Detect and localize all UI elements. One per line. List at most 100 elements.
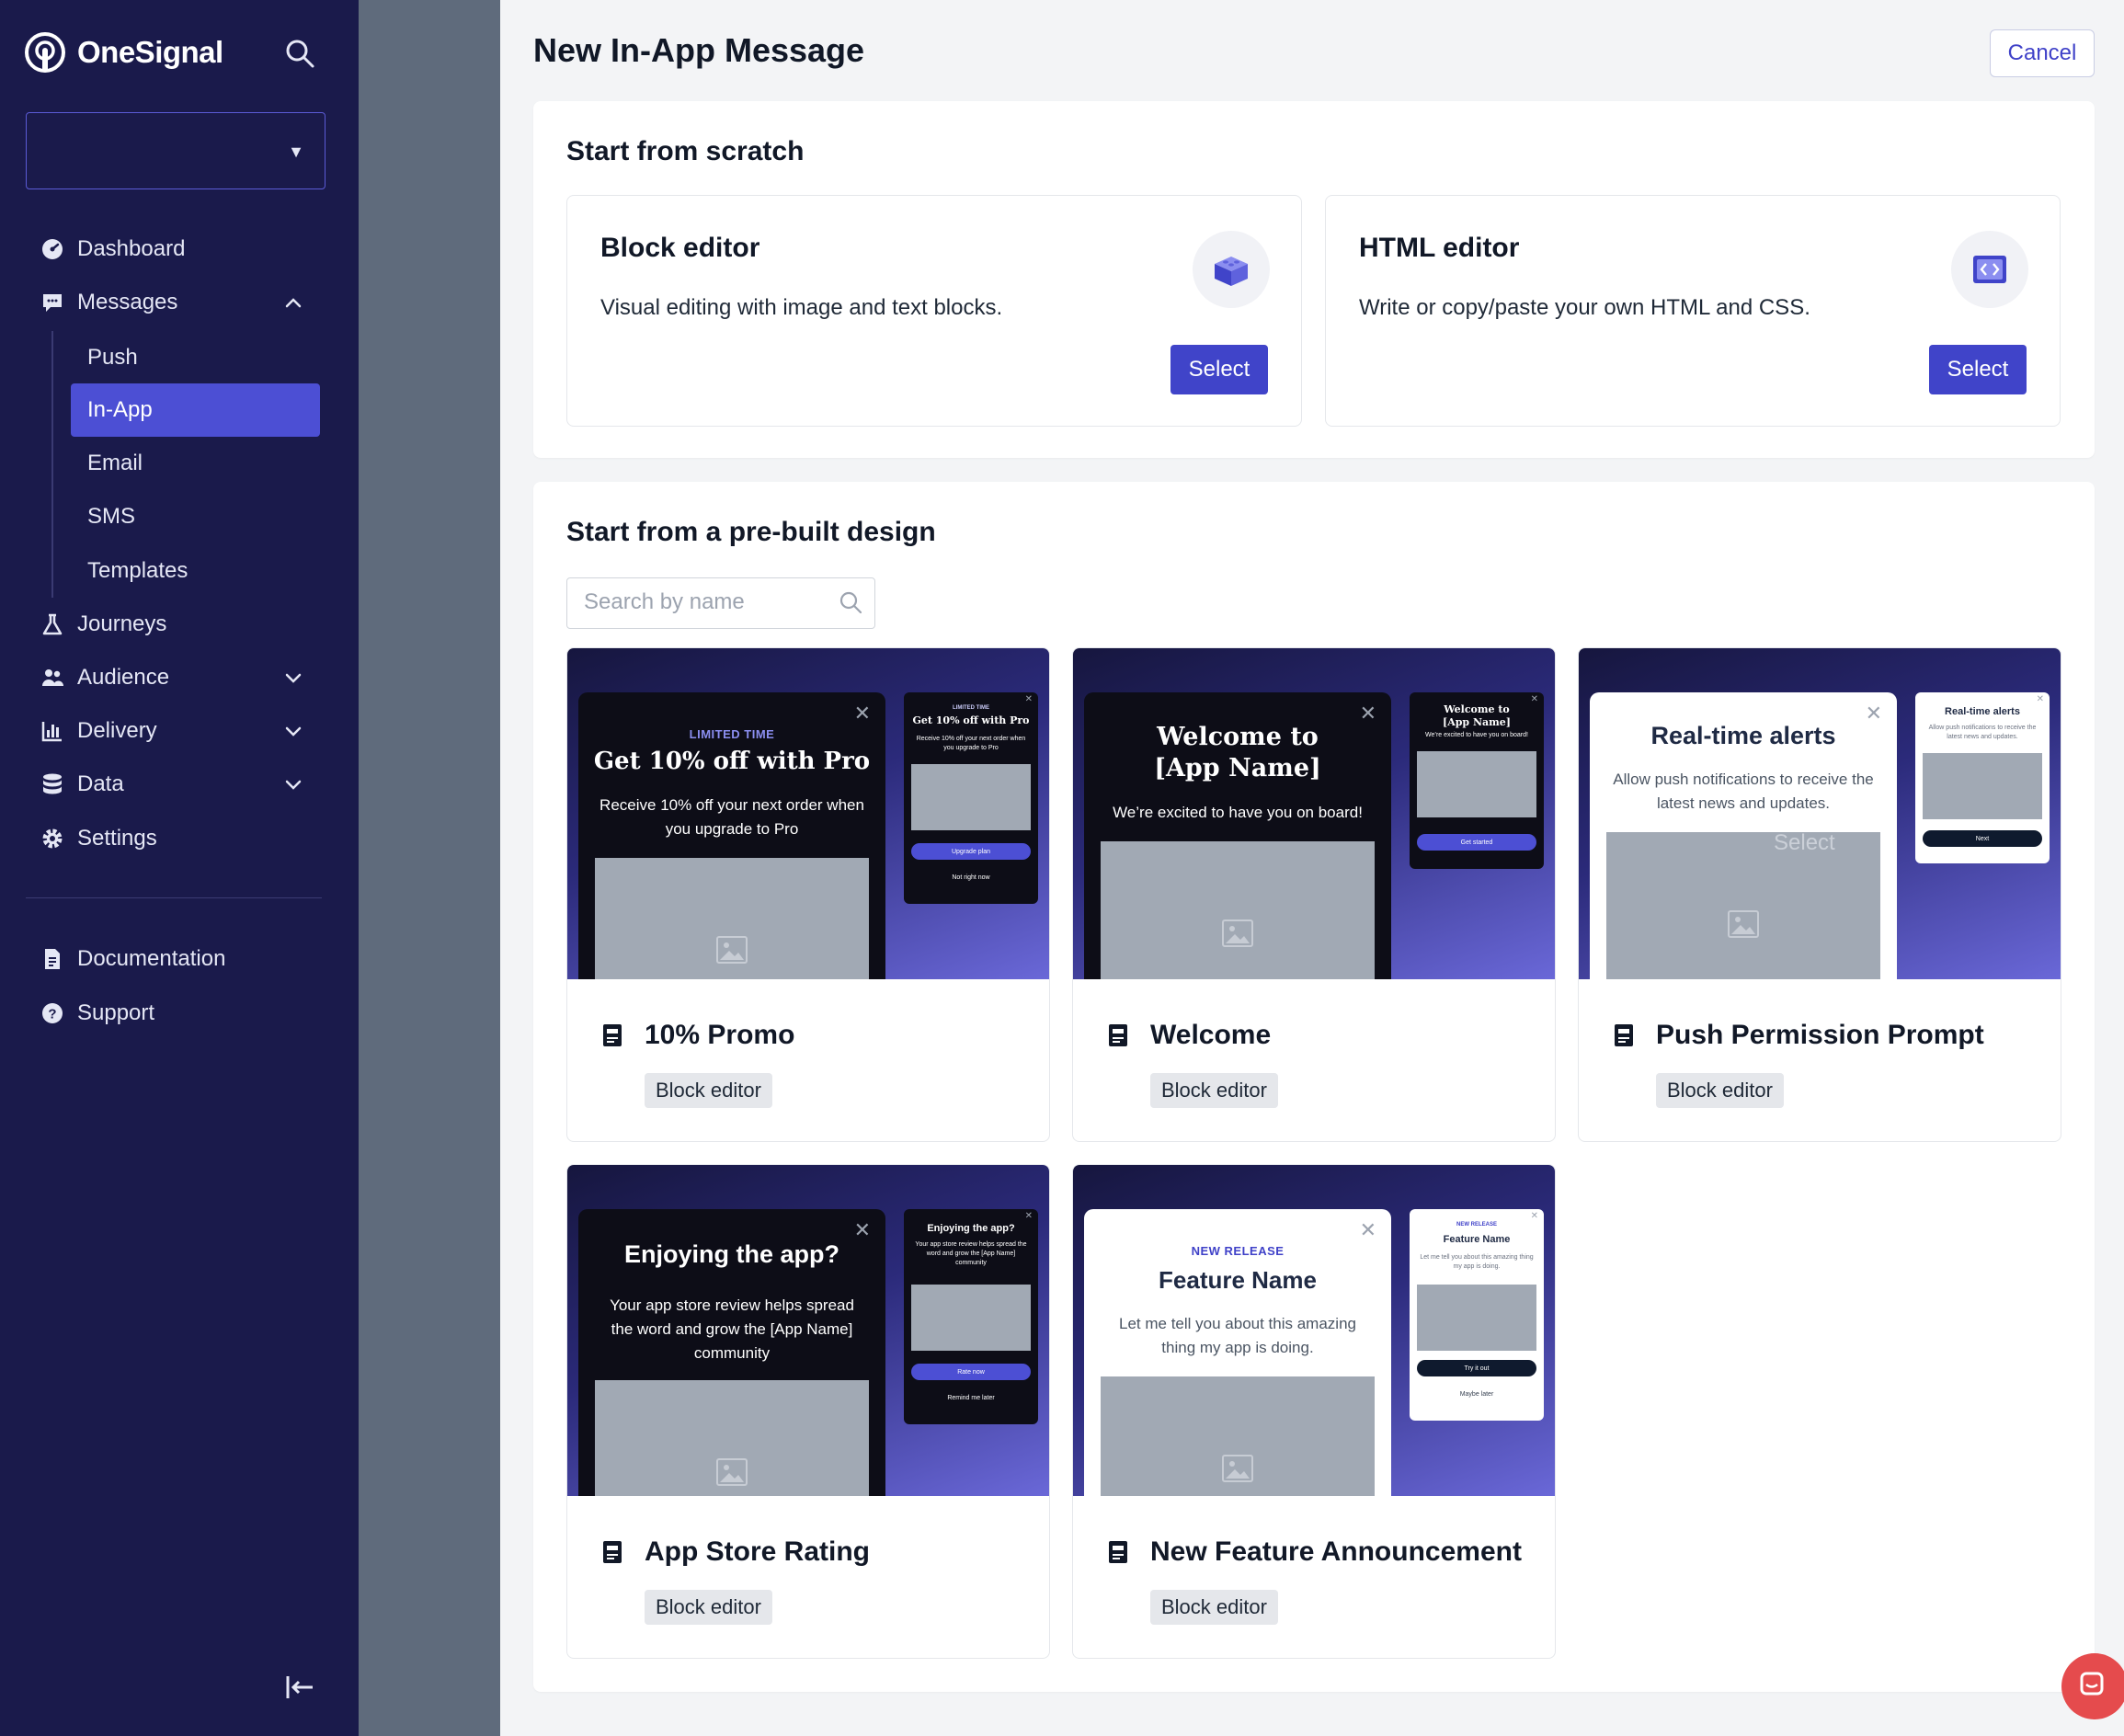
dashboard-icon <box>42 239 63 259</box>
mockup-body: We’re excited to have you on board! <box>1113 804 1363 821</box>
template-name: Push Permission Prompt <box>1656 1020 1984 1050</box>
image-placeholder-icon <box>1417 751 1536 817</box>
app-selector[interactable]: ▼ <box>26 112 325 189</box>
mockup-small-button: Try it out <box>1417 1360 1536 1376</box>
template-doc-icon <box>603 1541 622 1563</box>
html-editor-select-button[interactable]: Select <box>1929 345 2027 394</box>
mockup-small: ✕ Real-time alerts Allow push notificati… <box>1915 692 2050 863</box>
cancel-button[interactable]: Cancel <box>1990 29 2095 77</box>
template-card-app-store-rating[interactable]: ✕ Enjoying the app? Your app store revie… <box>566 1164 1050 1659</box>
image-placeholder-icon <box>1923 753 2042 819</box>
mockup-body: Your app store review helps spread the w… <box>610 1296 854 1362</box>
close-icon: ✕ <box>1359 1218 1376 1241</box>
sidebar-subitem-in-app[interactable]: In-App <box>71 383 320 437</box>
chat-support-icon[interactable] <box>2061 1653 2124 1719</box>
mockup-small-body: Your app store review helps spread the w… <box>915 1241 1027 1266</box>
scratch-title: Start from scratch <box>566 136 805 166</box>
close-icon: ✕ <box>853 1218 871 1241</box>
template-name: App Store Rating <box>645 1536 870 1567</box>
template-name: New Feature Announcement <box>1150 1536 1522 1567</box>
block-editor-card[interactable]: Block editor Visual editing with image a… <box>566 195 1302 427</box>
template-card-10-promo[interactable]: ✕ LIMITED TIME Get 10% off with Pro Rece… <box>566 647 1050 1142</box>
mockup-small-body: Receive 10% off your next order when you… <box>916 736 1026 751</box>
template-doc-icon <box>1109 1541 1127 1563</box>
submenu-guide-line <box>51 331 53 598</box>
template-search[interactable] <box>566 577 875 629</box>
mockup-large: ✕ LIMITED TIME Get 10% off with Pro Rece… <box>578 692 885 979</box>
journeys-icon <box>42 613 63 635</box>
chevron-up-icon[interactable] <box>280 289 307 316</box>
image-placeholder-icon <box>1417 1285 1536 1351</box>
template-card-new-feature-announcement[interactable]: ✕ NEW RELEASE Feature Name Let me tell y… <box>1072 1164 1556 1659</box>
template-preview: ✕ LIMITED TIME Get 10% off with Pro Rece… <box>567 648 1049 979</box>
mockup-small-heading: Get 10% off with Pro <box>912 714 1030 726</box>
mockup-small-link: Maybe later <box>1459 1391 1494 1398</box>
sidebar-subitem-email[interactable]: Email <box>71 437 320 490</box>
sidebar: OneSignal ▼ Dashboard Messages Push In-A… <box>0 0 359 1736</box>
chevron-down-icon[interactable] <box>280 771 307 798</box>
image-placeholder-icon <box>911 1285 1031 1351</box>
sidebar-item-data[interactable]: Data <box>40 763 316 805</box>
mockup-large: ✕ NEW RELEASE Feature Name Let me tell y… <box>1084 1209 1391 1496</box>
html-editor-description: Write or copy/paste your own HTML and CS… <box>1359 295 1810 320</box>
sidebar-item-journeys[interactable]: Journeys <box>40 603 166 645</box>
template-name-row: App Store Rating <box>600 1536 870 1568</box>
mockup-body: Allow push notifications to receive the … <box>1613 771 1874 812</box>
image-placeholder-icon <box>595 858 869 979</box>
sidebar-item-support[interactable]: ? Support <box>40 992 154 1034</box>
image-placeholder-icon <box>595 1380 869 1496</box>
search-input[interactable] <box>567 578 834 626</box>
onesignal-logo-icon <box>25 32 65 73</box>
sidebar-item-dashboard[interactable]: Dashboard <box>40 228 185 270</box>
sidebar-item-delivery[interactable]: Delivery <box>40 710 316 752</box>
html-editor-card[interactable]: HTML editor Write or copy/paste your own… <box>1325 195 2061 427</box>
mockup-small-heading: Real-time alerts <box>1945 706 2020 717</box>
close-icon: ✕ <box>1024 694 1033 704</box>
search-icon <box>839 591 862 614</box>
sidebar-item-settings[interactable]: Settings <box>40 817 157 860</box>
mockup-small-heading: Enjoying the app? <box>927 1223 1015 1234</box>
collapse-sidebar-icon[interactable] <box>283 1672 316 1703</box>
chevron-down-icon[interactable] <box>280 664 307 691</box>
sidebar-subitem-templates[interactable]: Templates <box>71 544 320 598</box>
brand-logo[interactable]: OneSignal <box>24 31 223 74</box>
close-icon: ✕ <box>2036 694 2044 704</box>
chevron-down-icon[interactable] <box>280 717 307 745</box>
sidebar-item-documentation[interactable]: Documentation <box>40 938 225 980</box>
html-editor-title: HTML editor <box>1359 233 1520 263</box>
mockup-large: ✕ Welcome to [App Name] We’re excited to… <box>1084 692 1391 979</box>
block-editor-select-button[interactable]: Select <box>1170 345 1268 394</box>
close-icon: ✕ <box>1024 1211 1033 1221</box>
sidebar-item-audience[interactable]: Audience <box>40 657 316 699</box>
sidebar-item-label: Messages <box>77 290 178 314</box>
prebuilt-panel: Start from a pre-built design ✕ LIMITED … <box>533 482 2095 1692</box>
mockup-small-body: Allow push notifications to receive the … <box>1928 725 2037 740</box>
page-title: New In-App Message <box>533 31 865 69</box>
mockup-small: ✕ NEW RELEASE Feature Name Let me tell y… <box>1410 1209 1544 1421</box>
settings-icon <box>42 828 63 849</box>
template-card-push-permission-prompt[interactable]: ✕ Real-time alerts Allow push notificati… <box>1578 647 2061 1142</box>
mockup-heading: Real-time alerts <box>1650 722 1836 749</box>
caret-down-icon: ▼ <box>288 143 304 161</box>
blocks-icon <box>1193 231 1270 308</box>
sidebar-subitem-label: SMS <box>87 504 136 529</box>
sidebar-item-messages[interactable]: Messages <box>40 281 316 324</box>
mockup-large: ✕ Enjoying the app? Your app store revie… <box>578 1209 885 1496</box>
hover-select-overlay: Select <box>1774 830 1835 855</box>
search-icon[interactable] <box>283 37 316 70</box>
template-preview: ✕ NEW RELEASE Feature Name Let me tell y… <box>1073 1165 1555 1496</box>
messages-icon <box>43 294 62 312</box>
sidebar-subitem-label: Email <box>87 451 143 475</box>
sidebar-item-label: Support <box>77 1000 155 1025</box>
overlay-backdrop <box>359 0 500 1736</box>
sidebar-subitem-label: Push <box>87 345 138 370</box>
mockup-small-eyebrow: LIMITED TIME <box>953 705 989 711</box>
mockup-small-heading: Feature Name <box>1443 1234 1511 1245</box>
template-card-welcome[interactable]: ✕ Welcome to [App Name] We’re excited to… <box>1072 647 1556 1142</box>
sidebar-item-label: Audience <box>77 665 170 690</box>
template-preview: ✕ Welcome to [App Name] We’re excited to… <box>1073 648 1555 979</box>
sidebar-subitem-sms[interactable]: SMS <box>71 490 320 543</box>
image-placeholder-icon <box>1606 832 1880 979</box>
sidebar-subitem-push[interactable]: Push <box>71 331 320 384</box>
mockup-heading: Feature Name <box>1159 1266 1317 1294</box>
